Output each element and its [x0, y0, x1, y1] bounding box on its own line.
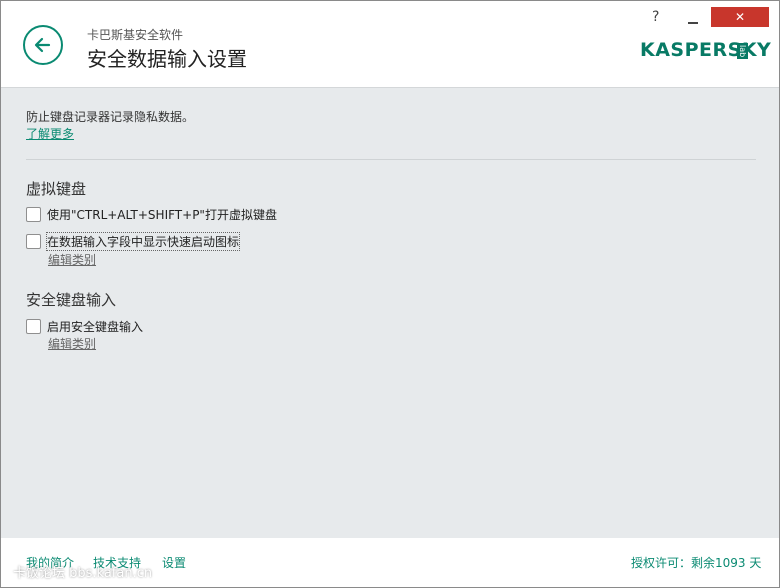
close-button[interactable]: ✕ [711, 7, 769, 27]
app-window: 卡巴斯基安全软件 安全数据输入设置 ? ✕ KASPERSKY lab 防止键盘… [0, 0, 780, 588]
back-button[interactable] [23, 25, 63, 65]
secure-keyboard-input-checkbox[interactable] [26, 319, 41, 334]
quick-launch-icon-checkbox[interactable] [26, 234, 41, 249]
kaspersky-logo: KASPERSKY [640, 39, 772, 61]
license-status-link[interactable]: 授权许可：剩余1093 天 [631, 554, 761, 571]
section-title-secure-input: 安全键盘输入 [26, 291, 117, 309]
edit-categories-link-virtual[interactable]: 编辑类别 [48, 251, 96, 268]
settings-content: 防止键盘记录器记录隐私数据。 了解更多 虚拟键盘 使用"CTRL+ALT+SHI… [1, 87, 779, 538]
arrow-left-icon [34, 37, 51, 53]
quick-launch-icon-label: 在数据输入字段中显示快速启动图标 [45, 232, 241, 251]
page-title: 安全数据输入设置 [87, 47, 247, 71]
help-button[interactable]: ? [652, 9, 659, 25]
virtual-keyboard-shortcut-checkbox[interactable] [26, 207, 41, 222]
divider [26, 159, 756, 160]
description-text: 防止键盘记录器记录隐私数据。 [26, 110, 195, 124]
quick-launch-icon-option[interactable]: 在数据输入字段中显示快速启动图标 [26, 232, 241, 251]
logo-lab-badge: lab [737, 43, 748, 60]
footer: 我的简介 技术支持 设置 授权许可：剩余1093 天 卡饭论坛 bbs.kafa… [1, 538, 779, 587]
settings-link[interactable]: 设置 [162, 554, 186, 571]
virtual-keyboard-shortcut-label: 使用"CTRL+ALT+SHIFT+P"打开虚拟键盘 [47, 208, 277, 222]
watermark: 卡饭论坛 bbs.kafan.cn [13, 566, 153, 581]
virtual-keyboard-shortcut-option[interactable]: 使用"CTRL+ALT+SHIFT+P"打开虚拟键盘 [26, 206, 277, 223]
section-title-virtual-keyboard: 虚拟键盘 [26, 180, 87, 198]
secure-keyboard-input-option[interactable]: 启用安全键盘输入 [26, 318, 143, 335]
edit-categories-link-secure[interactable]: 编辑类别 [48, 335, 96, 352]
secure-keyboard-input-label: 启用安全键盘输入 [47, 320, 144, 334]
header: 卡巴斯基安全软件 安全数据输入设置 ? ✕ KASPERSKY lab [1, 1, 779, 86]
learn-more-link[interactable]: 了解更多 [26, 125, 74, 142]
app-name: 卡巴斯基安全软件 [87, 28, 184, 42]
minimize-button[interactable] [681, 8, 707, 28]
